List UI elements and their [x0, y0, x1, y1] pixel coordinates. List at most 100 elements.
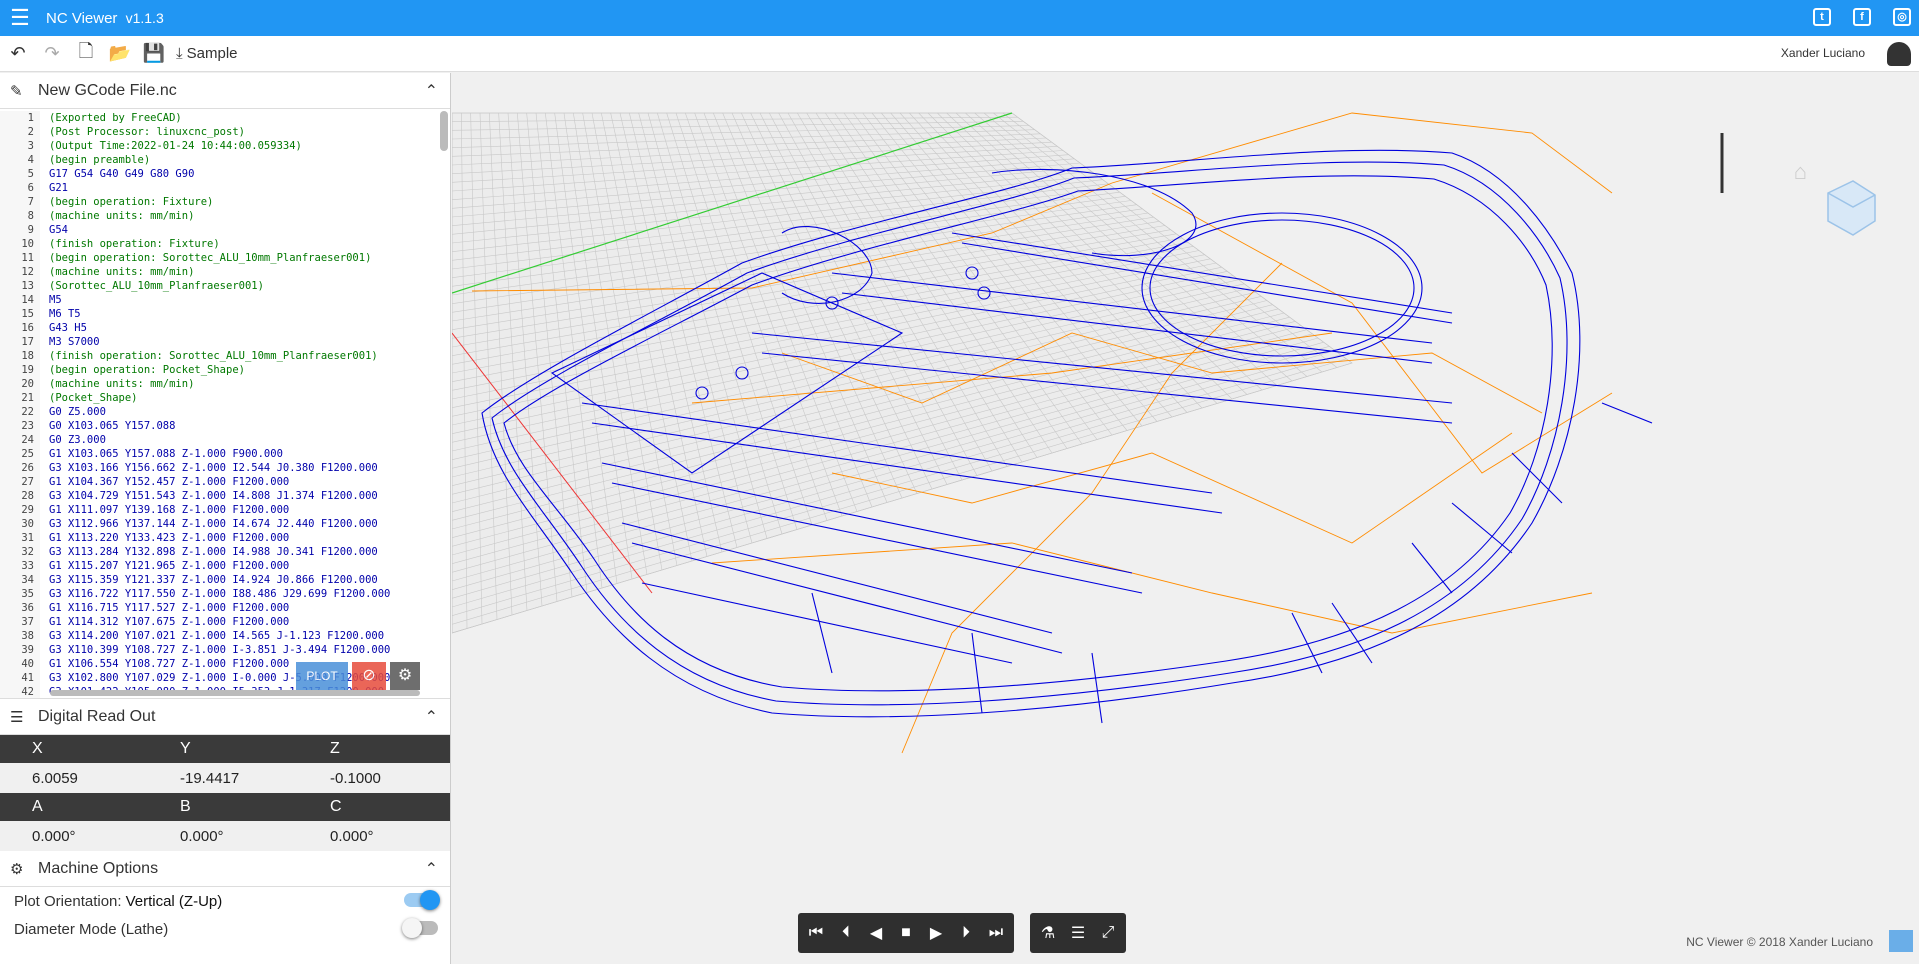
code-line[interactable]: 30 G3 X112.966 Y137.144 Z-1.000 I4.674 J2…: [0, 517, 450, 531]
code-line[interactable]: 11 (begin operation: Sorottec_ALU_10mm_Pl…: [0, 251, 450, 265]
code-line[interactable]: 3 (Output Time:2022-01-24 10:44:00.059334…: [0, 139, 450, 153]
vertical-scrollbar[interactable]: [440, 111, 448, 151]
code-line[interactable]: 27 G1 X104.367 Y152.457 Z-1.000 F1200.000: [0, 475, 450, 489]
new-file-icon[interactable]: 🗋: [74, 39, 98, 69]
machine-options-header[interactable]: ⚙ Machine Options ⌃: [0, 851, 450, 887]
line-number: 29: [0, 503, 40, 517]
code-line[interactable]: 34 G3 X115.359 Y121.337 Z-1.000 I4.924 J0…: [0, 573, 450, 587]
toolpath-canvas[interactable]: [452, 73, 1919, 964]
gcode-editor[interactable]: 1 (Exported by FreeCAD) 2 (Post Processor: …: [0, 109, 450, 699]
chat-icon[interactable]: [1889, 930, 1913, 952]
chevron-up-icon[interactable]: ⌃: [425, 707, 438, 727]
code-line[interactable]: 13 (Sorottec_ALU_10mm_Planfraeser001): [0, 279, 450, 293]
line-text: (begin operation: Pocket_Shape): [49, 364, 245, 376]
skip-to-start-icon[interactable]: ⏮: [804, 924, 828, 942]
code-line[interactable]: 14 M5: [0, 293, 450, 307]
code-lines[interactable]: 1 (Exported by FreeCAD) 2 (Post Processor: …: [0, 109, 450, 698]
undo-icon[interactable]: ↶: [6, 43, 30, 64]
plot-orientation-toggle[interactable]: [404, 890, 440, 910]
code-line[interactable]: 5 G17 G54 G40 G49 G80 G90: [0, 167, 450, 181]
line-text: (Exported by FreeCAD): [49, 112, 182, 124]
code-line[interactable]: 6 G21: [0, 181, 450, 195]
code-line[interactable]: 2 (Post Processor: linuxcnc_post): [0, 125, 450, 139]
axis-y-label: Y: [180, 740, 191, 757]
code-line[interactable]: 1 (Exported by FreeCAD): [0, 111, 450, 125]
code-line[interactable]: 20 (machine units: mm/min): [0, 377, 450, 391]
chevron-up-icon[interactable]: ⌃: [425, 81, 438, 101]
chevron-up-icon[interactable]: ⌃: [425, 859, 438, 879]
step-back-icon[interactable]: ⏴: [834, 924, 858, 942]
play-reverse-icon[interactable]: ◀: [864, 923, 888, 943]
code-line[interactable]: 24 G0 Z3.000: [0, 433, 450, 447]
plot-button[interactable]: PLOT: [296, 662, 348, 690]
code-line[interactable]: 33 G1 X115.207 Y121.965 Z-1.000 F1200.000: [0, 559, 450, 573]
diameter-mode-toggle[interactable]: [402, 918, 438, 938]
line-number: 31: [0, 531, 40, 545]
open-folder-icon[interactable]: 📂: [108, 43, 132, 64]
dro-header[interactable]: ☰ Digital Read Out ⌃: [0, 699, 450, 735]
view-cube[interactable]: [1813, 173, 1883, 243]
code-line[interactable]: 39 G3 X110.399 Y108.727 Z-1.000 I-3.851 J…: [0, 643, 450, 657]
code-line[interactable]: 21 (Pocket_Shape): [0, 391, 450, 405]
build-plate-grid: [452, 112, 1353, 634]
expand-icon[interactable]: ⤢: [1096, 924, 1120, 942]
line-text: (machine units: mm/min): [49, 210, 195, 222]
code-line[interactable]: 4 (begin preamble): [0, 153, 450, 167]
code-line[interactable]: 36 G1 X116.715 Y117.527 Z-1.000 F1200.000: [0, 601, 450, 615]
line-text: G3 X110.399 Y108.727 Z-1.000 I-3.851 J-3…: [49, 644, 391, 656]
code-line[interactable]: 9 G54: [0, 223, 450, 237]
code-line[interactable]: 29 G1 X111.097 Y139.168 Z-1.000 F1200.000: [0, 503, 450, 517]
redo-icon[interactable]: ↷: [40, 43, 64, 64]
dro-axis-header-abc: A B C: [0, 793, 450, 821]
stop-plot-button[interactable]: ⊘: [352, 662, 386, 690]
line-text: M3 S7000: [49, 336, 100, 348]
code-line[interactable]: 32 G3 X113.284 Y132.898 Z-1.000 I4.988 J0…: [0, 545, 450, 559]
code-line[interactable]: 8 (machine units: mm/min): [0, 209, 450, 223]
code-line[interactable]: 18 (finish operation: Sorottec_ALU_10mm_P…: [0, 349, 450, 363]
code-line[interactable]: 17 M3 S7000: [0, 335, 450, 349]
save-icon[interactable]: 💾: [142, 43, 166, 64]
code-line[interactable]: 37 G1 X114.312 Y107.675 Z-1.000 F1200.000: [0, 615, 450, 629]
step-forward-icon[interactable]: ⏵: [954, 924, 978, 942]
code-line[interactable]: 31 G1 X113.220 Y133.423 Z-1.000 F1200.000: [0, 531, 450, 545]
3d-viewport[interactable]: ⌂: [452, 73, 1919, 964]
facebook-icon[interactable]: f: [1853, 8, 1871, 26]
sliders-icon[interactable]: ☰: [1066, 923, 1090, 943]
sample-button[interactable]: ⤓ Sample: [176, 45, 238, 62]
twitter-icon[interactable]: t: [1813, 8, 1831, 26]
editor-header[interactable]: ✎ New GCode File.nc ⌃: [0, 73, 450, 109]
code-line[interactable]: 28 G3 X104.729 Y151.543 Z-1.000 I4.808 J1…: [0, 489, 450, 503]
code-line[interactable]: 26 G3 X103.166 Y156.662 Z-1.000 I2.544 J0…: [0, 461, 450, 475]
line-text: G43 H5: [49, 322, 87, 334]
editor-settings-button[interactable]: ⚙: [390, 662, 420, 690]
skip-to-end-icon[interactable]: ⏭: [984, 924, 1008, 942]
line-number: 13: [0, 279, 40, 293]
stop-icon[interactable]: ■: [894, 924, 918, 942]
line-text: (begin operation: Fixture): [49, 196, 214, 208]
home-icon[interactable]: ⌂: [1794, 159, 1807, 185]
code-line[interactable]: 10 (finish operation: Fixture): [0, 237, 450, 251]
line-number: 1: [0, 111, 40, 125]
code-line[interactable]: 35 G3 X116.722 Y117.550 Z-1.000 I88.486 J…: [0, 587, 450, 601]
line-text: G3 X103.166 Y156.662 Z-1.000 I2.544 J0.3…: [49, 462, 378, 474]
code-line[interactable]: 12 (machine units: mm/min): [0, 265, 450, 279]
code-line[interactable]: 15 M6 T5: [0, 307, 450, 321]
line-number: 23: [0, 419, 40, 433]
code-line[interactable]: 38 G3 X114.200 Y107.021 Z-1.000 I4.565 J-…: [0, 629, 450, 643]
code-line[interactable]: 19 (begin operation: Pocket_Shape): [0, 363, 450, 377]
play-icon[interactable]: ▶: [924, 923, 948, 943]
code-line[interactable]: 23 G0 X103.065 Y157.088: [0, 419, 450, 433]
user-name[interactable]: Xander Luciano: [1781, 46, 1865, 60]
flask-icon[interactable]: ⚗: [1036, 923, 1060, 943]
left-panel: ✎ New GCode File.nc ⌃ 1 (Exported by Free…: [0, 73, 451, 964]
code-line[interactable]: 22 G0 Z5.000: [0, 405, 450, 419]
gauge-icon[interactable]: [1887, 42, 1911, 66]
hamburger-menu-icon[interactable]: ☰: [0, 0, 40, 36]
code-line[interactable]: 7 (begin operation: Fixture): [0, 195, 450, 209]
line-number: 5: [0, 167, 40, 181]
code-line[interactable]: 16 G43 H5: [0, 321, 450, 335]
instagram-icon[interactable]: ◎: [1893, 8, 1911, 26]
horizontal-scrollbar[interactable]: [50, 690, 420, 696]
line-text: G1 X114.312 Y107.675 Z-1.000 F1200.000: [49, 616, 290, 628]
code-line[interactable]: 25 G1 X103.065 Y157.088 Z-1.000 F900.000: [0, 447, 450, 461]
